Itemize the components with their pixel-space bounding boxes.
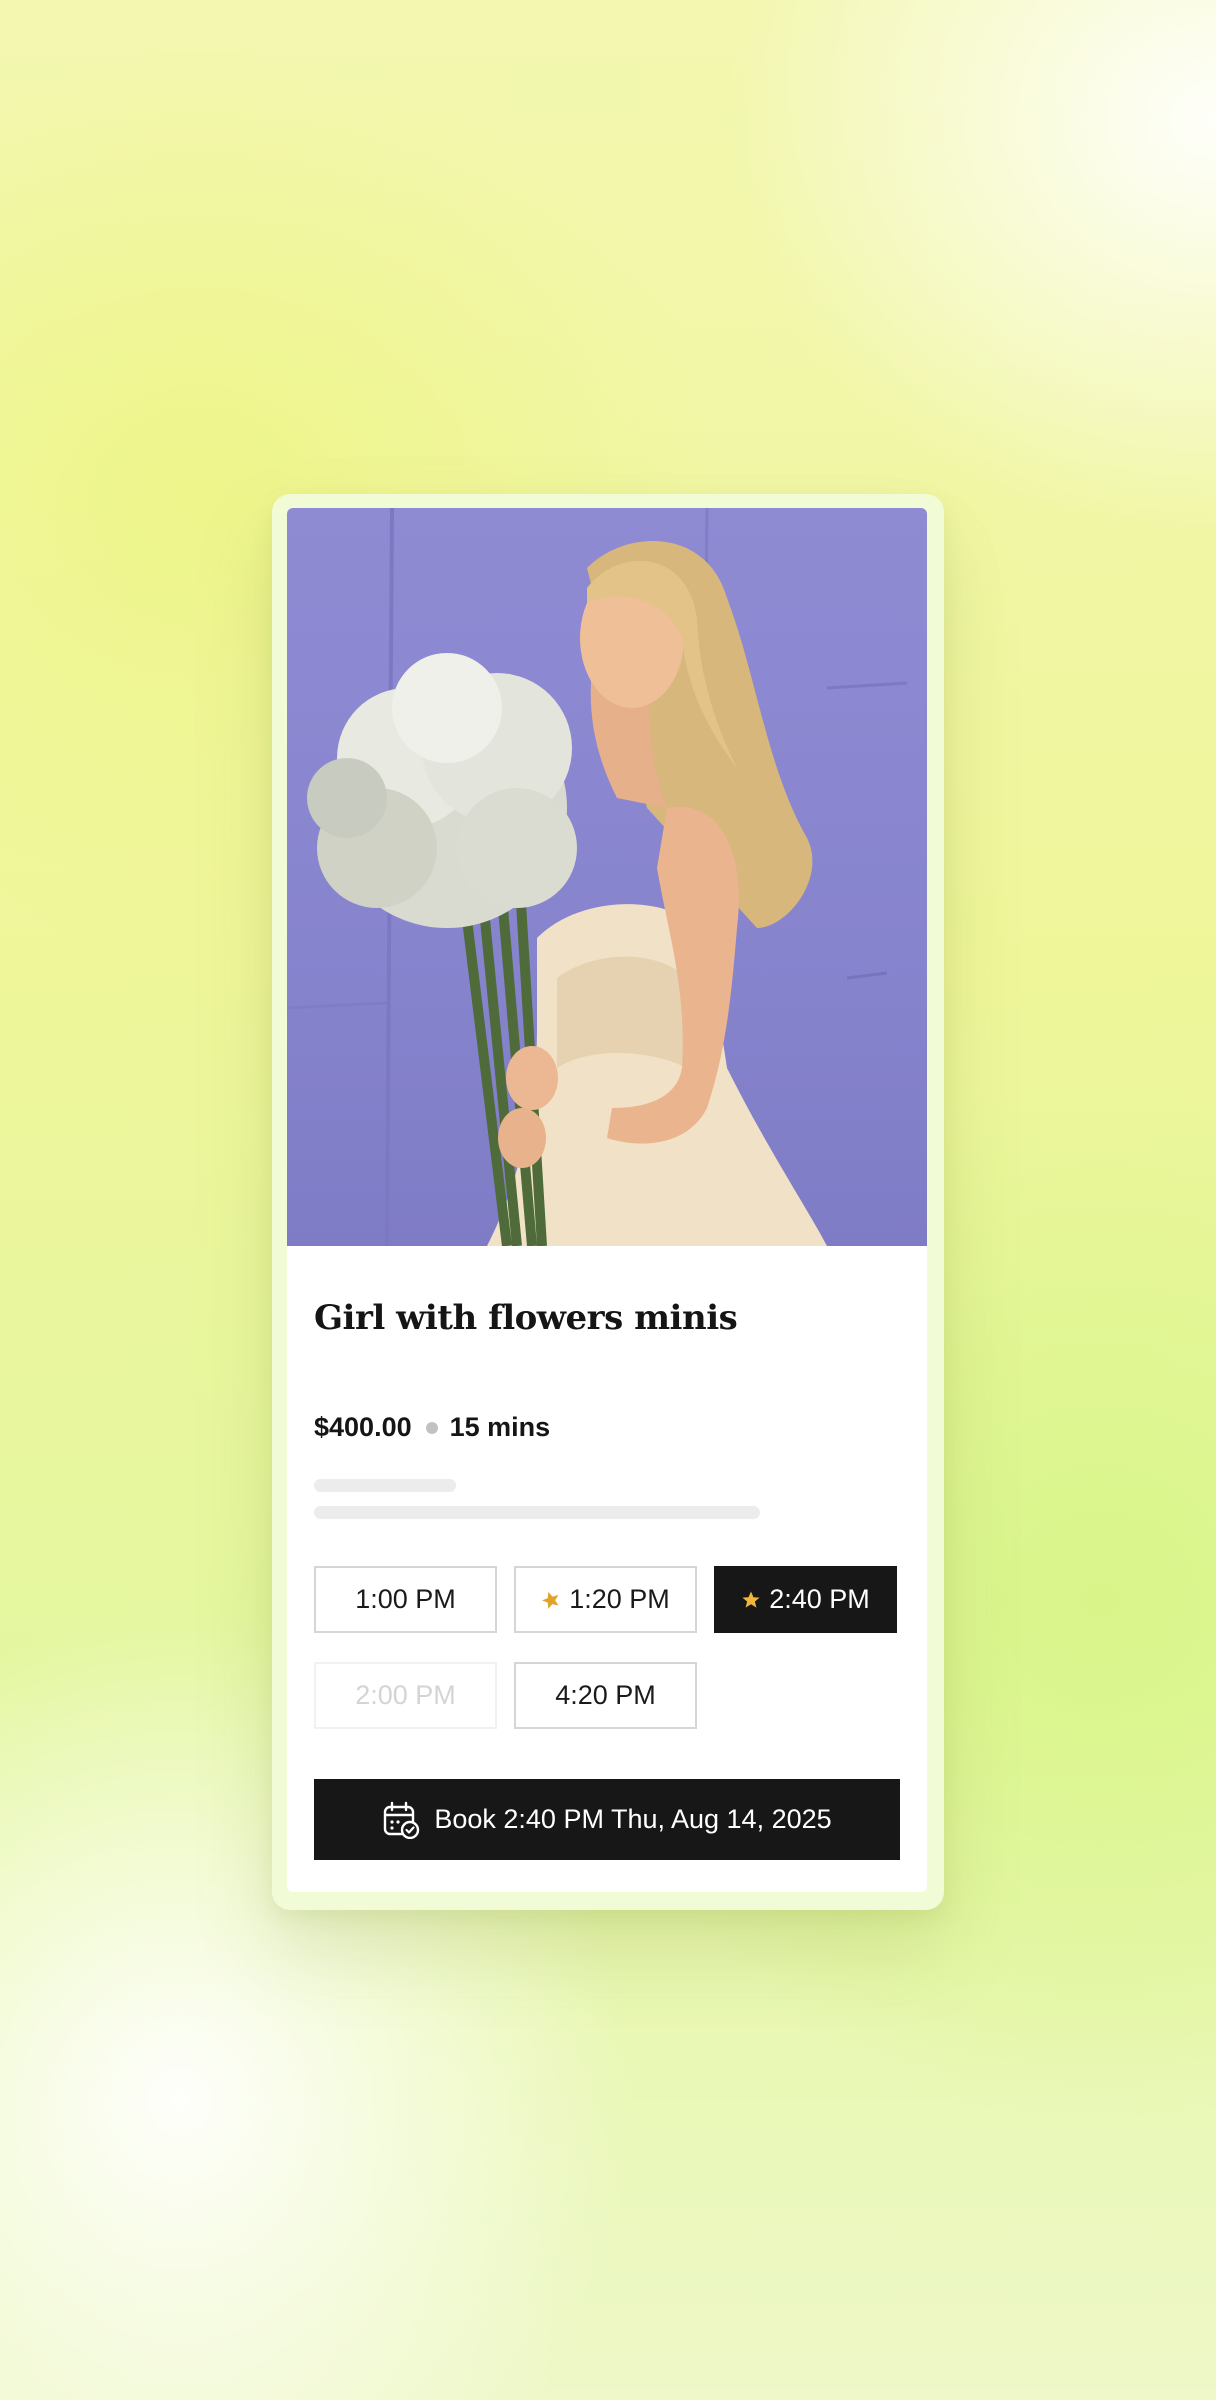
service-meta: $400.00 15 mins xyxy=(314,1412,550,1443)
time-slot-5[interactable]: 4:20 PM xyxy=(514,1662,697,1729)
time-slot-3-selected[interactable]: 2:40 PM xyxy=(714,1566,897,1633)
time-slot-label: 4:20 PM xyxy=(555,1680,656,1710)
service-photo xyxy=(287,508,927,1246)
calendar-check-icon xyxy=(384,1801,420,1839)
service-title: Girl with flowers minis xyxy=(314,1298,738,1338)
star-icon xyxy=(742,1591,760,1608)
service-duration: 15 mins xyxy=(449,1412,551,1442)
book-button[interactable]: Book 2:40 PM Thu, Aug 14, 2025 xyxy=(314,1779,900,1860)
time-slot-1[interactable]: 1:00 PM xyxy=(314,1566,497,1633)
skeleton-line-short xyxy=(314,1479,456,1492)
time-slot-label: 2:40 PM xyxy=(769,1584,870,1614)
skeleton-line-long xyxy=(314,1506,760,1519)
star-icon xyxy=(542,1591,559,1609)
service-photo-illustration xyxy=(287,508,908,1246)
time-slot-label: 1:20 PM xyxy=(569,1584,670,1614)
time-slot-2[interactable]: 1:20 PM xyxy=(514,1566,697,1633)
time-slot-label: 2:00 PM xyxy=(355,1680,456,1710)
book-button-label: Book 2:40 PM Thu, Aug 14, 2025 xyxy=(434,1804,832,1834)
booking-card-frame: Girl with flowers minis $400.00 15 mins … xyxy=(272,494,944,1910)
service-price: $400.00 xyxy=(314,1412,412,1442)
time-slot-4-disabled: 2:00 PM xyxy=(314,1662,497,1729)
booking-card: Girl with flowers minis $400.00 15 mins … xyxy=(287,508,927,1892)
time-slot-label: 1:00 PM xyxy=(355,1584,456,1614)
separator-dot xyxy=(425,1421,438,1434)
